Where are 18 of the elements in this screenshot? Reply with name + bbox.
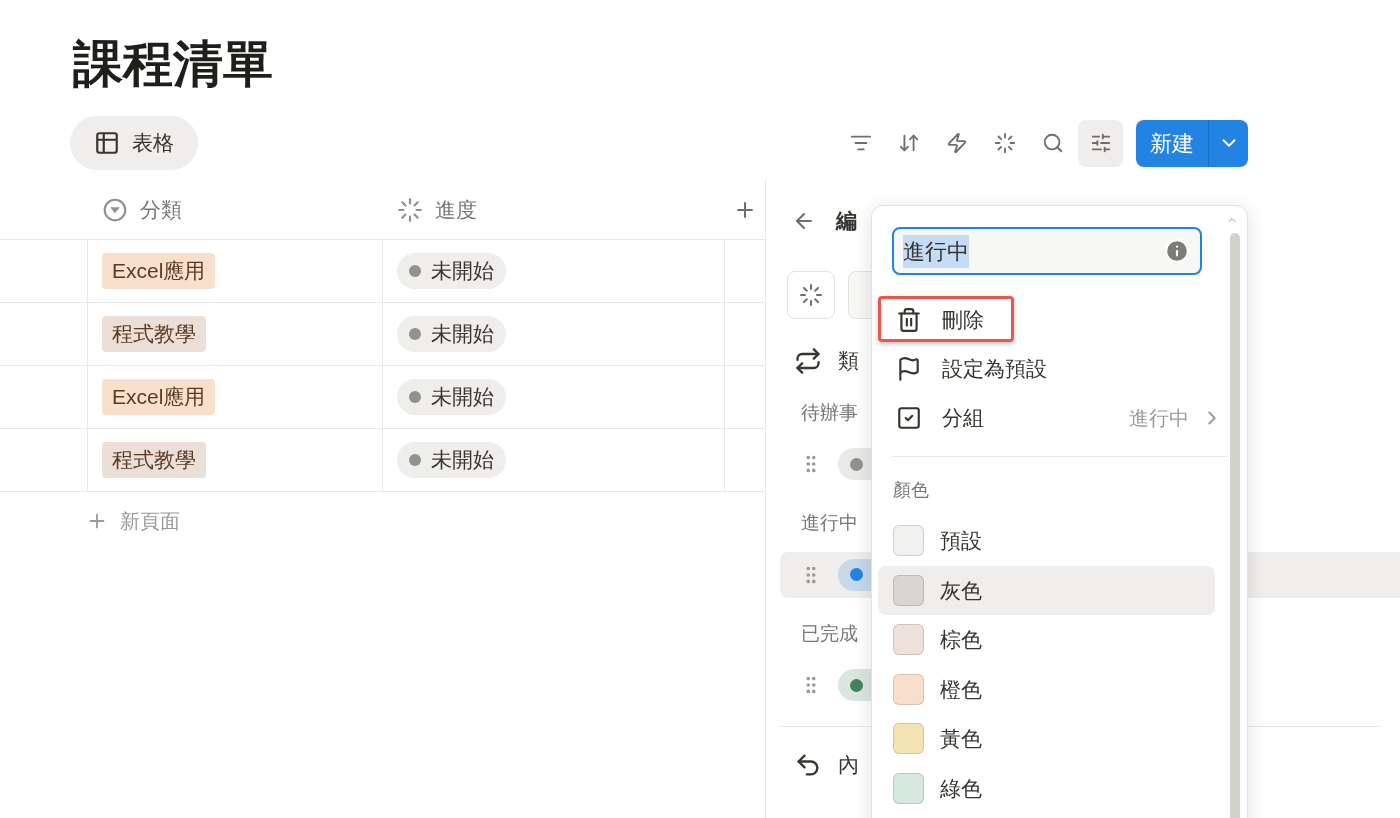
menu-item-value: 進行中 xyxy=(1129,405,1189,431)
status-tag: 未開始 xyxy=(397,253,506,289)
category-tag: 程式教學 xyxy=(102,442,206,478)
colors-heading: 顏色 xyxy=(893,479,929,502)
type-label: 類 xyxy=(838,348,859,374)
content-label: 內 xyxy=(838,752,859,778)
category-tag: 程式教學 xyxy=(102,316,206,352)
option-name-value: 進行中 xyxy=(903,234,969,268)
group-label: 待辦事 xyxy=(801,400,858,425)
status-tag: 未開始 xyxy=(397,379,506,415)
panel-title: 編 xyxy=(836,208,857,235)
status-tag: 未開始 xyxy=(397,316,506,352)
category-tag: Excel應用 xyxy=(102,379,216,415)
status-tag: 未開始 xyxy=(397,442,506,478)
page-title: 課程清單 xyxy=(73,35,273,94)
group-label: 已完成 xyxy=(801,621,858,646)
category-tag: Excel應用 xyxy=(102,253,216,289)
group-label: 進行中 xyxy=(801,511,858,535)
